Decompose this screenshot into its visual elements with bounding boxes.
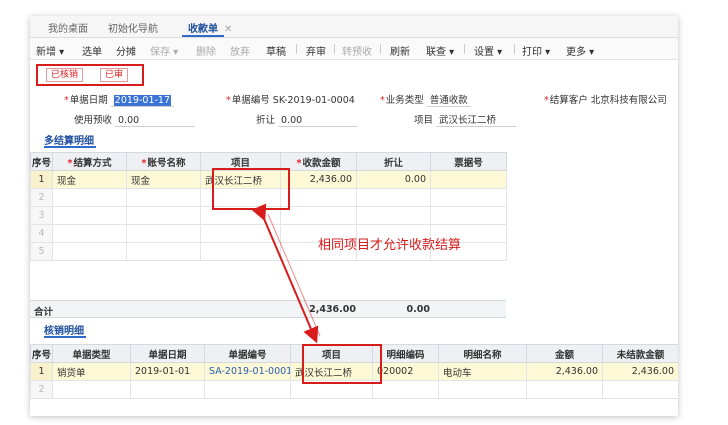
annotation-text: 相同项目才允许收款结算 — [318, 238, 462, 253]
app-window: 我的桌面 初始化导航 收款单 ✕ 新增 ▾ 选单 分摊 保存 ▾ 删除 放弃 草稿… — [30, 16, 678, 416]
double-arrow-icon — [251, 203, 321, 344]
